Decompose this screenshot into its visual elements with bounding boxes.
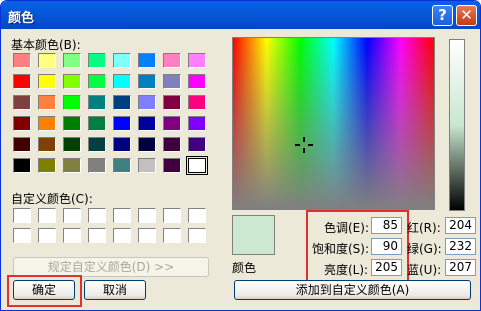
basic-color-swatch[interactable]	[88, 137, 106, 152]
basic-color-swatch[interactable]	[88, 158, 106, 173]
basic-colors-label: 基本颜色(B):	[11, 38, 81, 52]
basic-color-swatch[interactable]	[163, 95, 181, 110]
hue-label: 色调(E):	[324, 221, 369, 235]
add-to-custom-colors-button[interactable]: 添加到自定义颜色(A)	[234, 280, 471, 300]
basic-color-swatch[interactable]	[63, 53, 81, 68]
red-label: 红(R):	[407, 221, 441, 235]
basic-color-swatch[interactable]	[13, 158, 31, 173]
basic-color-swatch[interactable]	[38, 116, 56, 131]
custom-color-swatch[interactable]	[138, 208, 156, 223]
color-spectrum[interactable]	[232, 37, 435, 210]
custom-color-swatch[interactable]	[88, 228, 106, 243]
basic-color-swatch[interactable]	[163, 137, 181, 152]
basic-color-swatch[interactable]	[113, 53, 131, 68]
basic-color-swatch[interactable]	[113, 158, 131, 173]
basic-color-swatch[interactable]	[13, 95, 31, 110]
basic-color-swatch[interactable]	[188, 116, 206, 131]
custom-color-swatch[interactable]	[113, 208, 131, 223]
basic-color-swatch[interactable]	[188, 95, 206, 110]
custom-color-swatch[interactable]	[63, 228, 81, 243]
basic-color-swatch[interactable]	[138, 95, 156, 110]
basic-color-swatch[interactable]	[88, 53, 106, 68]
basic-color-swatch[interactable]	[113, 116, 131, 131]
saturation-field[interactable]: 90	[371, 238, 402, 255]
basic-color-swatch[interactable]	[13, 137, 31, 152]
basic-color-swatch[interactable]	[88, 95, 106, 110]
hue-field[interactable]: 85	[371, 217, 402, 234]
preview-label: 颜色	[232, 261, 257, 275]
cancel-button[interactable]: 取消	[84, 280, 146, 300]
ok-button[interactable]: 确定	[13, 280, 75, 300]
basic-color-swatch[interactable]	[63, 95, 81, 110]
red-field[interactable]: 204	[445, 217, 476, 234]
basic-color-swatch[interactable]	[38, 95, 56, 110]
custom-color-swatch[interactable]	[38, 228, 56, 243]
green-field[interactable]: 232	[445, 238, 476, 255]
basic-color-swatch[interactable]	[113, 137, 131, 152]
luminance-label: 亮度(L):	[324, 263, 369, 277]
basic-color-swatch[interactable]	[138, 53, 156, 68]
basic-color-swatch[interactable]	[13, 53, 31, 68]
blue-label: 蓝(U):	[407, 263, 442, 277]
basic-color-swatch[interactable]	[138, 74, 156, 89]
help-button[interactable]: ?	[432, 5, 453, 26]
basic-color-swatch[interactable]	[188, 137, 206, 152]
basic-color-swatch[interactable]	[186, 156, 208, 175]
custom-color-swatch[interactable]	[38, 208, 56, 223]
custom-color-swatch[interactable]	[13, 228, 31, 243]
basic-color-swatch[interactable]	[163, 158, 181, 173]
close-icon: ✕	[460, 6, 473, 24]
basic-color-swatch[interactable]	[63, 74, 81, 89]
custom-color-swatch[interactable]	[63, 208, 81, 223]
color-dialog: 颜色 ? ✕ 基本颜色(B): 自定义颜色(C): 规定自定义颜色(D) >> …	[0, 0, 481, 311]
basic-color-swatch[interactable]	[63, 137, 81, 152]
basic-color-swatch[interactable]	[38, 53, 56, 68]
basic-color-swatch[interactable]	[163, 116, 181, 131]
basic-color-swatch[interactable]	[113, 95, 131, 110]
basic-color-swatch[interactable]	[113, 74, 131, 89]
color-preview	[232, 215, 275, 255]
saturation-label: 饱和度(S):	[312, 242, 370, 256]
title-bar: 颜色 ? ✕	[1, 1, 480, 29]
basic-color-swatch[interactable]	[138, 116, 156, 131]
basic-color-swatch[interactable]	[63, 116, 81, 131]
custom-color-swatch[interactable]	[13, 208, 31, 223]
basic-color-swatch[interactable]	[13, 74, 31, 89]
crosshair-right	[308, 144, 313, 146]
crosshair-top	[303, 137, 305, 142]
window-title: 颜色	[8, 11, 35, 26]
basic-color-swatch[interactable]	[13, 116, 31, 131]
basic-color-swatch[interactable]	[38, 74, 56, 89]
basic-color-swatch[interactable]	[138, 158, 156, 173]
blue-field[interactable]: 207	[445, 259, 476, 276]
basic-color-swatch[interactable]	[38, 137, 56, 152]
close-button[interactable]: ✕	[456, 5, 477, 26]
custom-colors-label: 自定义颜色(C):	[11, 192, 93, 206]
custom-color-swatch[interactable]	[113, 228, 131, 243]
crosshair-bottom	[303, 148, 305, 153]
custom-color-swatch[interactable]	[163, 228, 181, 243]
define-custom-colors-button: 规定自定义颜色(D) >>	[13, 257, 209, 277]
basic-color-swatch[interactable]	[188, 53, 206, 68]
luminance-field[interactable]: 205	[371, 259, 402, 276]
custom-color-swatch[interactable]	[88, 208, 106, 223]
custom-color-swatch[interactable]	[138, 228, 156, 243]
basic-color-swatch[interactable]	[163, 74, 181, 89]
custom-color-swatch[interactable]	[163, 208, 181, 223]
custom-color-swatch[interactable]	[188, 228, 206, 243]
help-icon: ?	[438, 6, 447, 24]
basic-color-swatch[interactable]	[88, 116, 106, 131]
basic-color-swatch[interactable]	[188, 74, 206, 89]
basic-color-swatch[interactable]	[163, 53, 181, 68]
crosshair-left	[295, 144, 300, 146]
basic-color-swatch[interactable]	[88, 74, 106, 89]
basic-color-swatch[interactable]	[138, 137, 156, 152]
basic-color-swatch[interactable]	[38, 158, 56, 173]
basic-color-swatch[interactable]	[63, 158, 81, 173]
luminance-slider[interactable]	[449, 39, 465, 211]
custom-color-swatch[interactable]	[188, 208, 206, 223]
green-label: 绿(G):	[407, 242, 442, 256]
